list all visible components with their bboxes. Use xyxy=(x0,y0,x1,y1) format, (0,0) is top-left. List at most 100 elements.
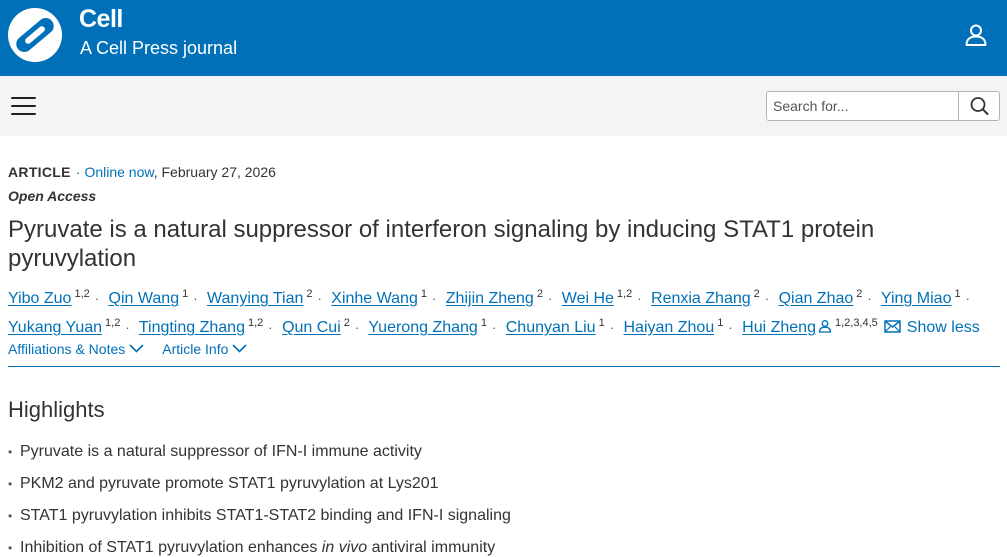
author-affiliation: 2 xyxy=(306,288,313,300)
highlights-heading: Highlights xyxy=(8,397,105,422)
article-type: ARTICLE xyxy=(8,164,71,180)
tab-article-info[interactable]: Article Info xyxy=(162,341,247,357)
bullet-icon: • xyxy=(8,541,13,555)
chevron-down-icon xyxy=(129,344,144,353)
author-item: Hui Zheng 1,2,3,4,5 xyxy=(742,317,878,336)
author-item: Yukang Yuan 1,2 xyxy=(8,317,121,336)
author-affiliation: 2 xyxy=(856,288,863,300)
author-item: Haiyan Zhou 1 xyxy=(624,317,724,336)
section-divider xyxy=(8,366,1000,367)
search-input[interactable] xyxy=(767,92,958,120)
author-affiliation: 1 xyxy=(598,317,605,329)
author-separator: · xyxy=(491,320,497,335)
author-link[interactable]: Renxia Zhang xyxy=(651,290,751,307)
author-item: Wei He 1,2 xyxy=(562,288,633,307)
author-separator: · xyxy=(609,320,615,335)
search-icon xyxy=(970,97,989,115)
author-item: Chunyan Liu 1 xyxy=(506,317,605,336)
chevron-down-icon xyxy=(232,344,247,353)
highlight-text-part: Inhibition of STAT1 pyruvylation enhance… xyxy=(20,539,322,556)
author-affiliation: 2 xyxy=(753,288,760,300)
author-separator: · xyxy=(867,291,872,306)
tab-affiliations-notes[interactable]: Affiliations & Notes xyxy=(8,341,144,357)
author-link[interactable]: Wanying Tian xyxy=(207,290,303,307)
author-link[interactable]: Haiyan Zhou xyxy=(624,319,715,336)
author-separator: · xyxy=(965,291,970,306)
author-affiliation: 2 xyxy=(536,288,543,300)
brand-name[interactable]: Cell xyxy=(79,5,123,34)
author-link[interactable]: Zhijin Zheng xyxy=(446,290,534,307)
highlight-text: Inhibition of STAT1 pyruvylation enhance… xyxy=(20,539,495,556)
bullet-icon: • xyxy=(8,477,13,491)
author-separator: · xyxy=(354,320,360,335)
open-access-label: Open Access xyxy=(8,188,97,204)
author-affiliation: 1,2 xyxy=(616,288,633,300)
author-affiliation: 1,2 xyxy=(105,317,121,329)
author-separator: · xyxy=(637,291,642,306)
search-box xyxy=(766,91,1000,121)
cell-press-logo[interactable] xyxy=(7,7,63,63)
author-separator: · xyxy=(193,291,198,306)
online-status-link[interactable]: Online now xyxy=(84,164,153,180)
article-tabs: Affiliations & Notes Article Info xyxy=(8,341,247,357)
highlight-emphasis: in vivo xyxy=(321,539,368,556)
author-link[interactable]: Yibo Zuo xyxy=(8,290,71,307)
author-item: Wanying Tian 2 xyxy=(207,288,313,307)
author-affiliation: 1 xyxy=(182,288,189,300)
author-affiliation: 1,2 xyxy=(247,317,264,329)
author-separator: · xyxy=(94,291,100,306)
hamburger-menu-icon[interactable] xyxy=(11,97,36,116)
meta-separator: · xyxy=(75,164,81,180)
user-icon[interactable] xyxy=(963,22,989,48)
bullet-icon: • xyxy=(8,445,13,459)
author-link[interactable]: Xinhe Wang xyxy=(331,290,418,307)
author-item: Qian Zhao 2 xyxy=(779,288,863,307)
author-link[interactable]: Tingting Zhang xyxy=(139,319,245,336)
search-button[interactable] xyxy=(958,92,999,120)
author-item: Tingting Zhang 1,2 xyxy=(139,317,264,336)
author-affiliation: 1,2,3,4,5 xyxy=(834,317,878,329)
author-affiliation: 1 xyxy=(717,317,724,329)
highlight-item: • Inhibition of STAT1 pyruvylation enhanc… xyxy=(8,538,511,557)
email-icon[interactable] xyxy=(884,320,901,333)
author-item: Qun Cui 2 xyxy=(282,317,350,336)
highlight-text: PKM2 and pyruvate promote STAT1 pyruvyla… xyxy=(20,475,439,492)
author-link[interactable]: Yukang Yuan xyxy=(8,319,102,336)
show-less-link[interactable]: Show less xyxy=(907,319,980,336)
author-separator: · xyxy=(125,320,130,335)
highlight-text-part: antiviral immunity xyxy=(367,539,496,556)
author-separator: · xyxy=(764,291,770,306)
author-affiliation: 2 xyxy=(343,317,350,329)
author-link[interactable]: Qin Wang xyxy=(109,290,180,307)
bullet-icon: • xyxy=(8,509,13,523)
tab-label: Affiliations & Notes xyxy=(8,341,126,357)
author-affiliation: 1,2 xyxy=(74,288,90,300)
author-item: Ying Miao 1 xyxy=(881,288,961,307)
author-item: Yibo Zuo 1,2 xyxy=(8,288,90,307)
author-link[interactable]: Qun Cui xyxy=(282,319,341,336)
author-separator: · xyxy=(268,320,273,335)
author-affiliation: 1 xyxy=(954,288,961,300)
highlight-text: Pyruvate is a natural suppressor of IFN-… xyxy=(20,443,422,460)
author-item: Xinhe Wang 1 xyxy=(331,288,427,307)
article-title: Pyruvate is a natural suppressor of inte… xyxy=(8,216,875,272)
author-link[interactable]: Chunyan Liu xyxy=(506,319,596,336)
author-link[interactable]: Qian Zhao xyxy=(779,290,854,307)
author-item: Renxia Zhang 2 xyxy=(651,288,760,307)
author-separator: · xyxy=(317,291,322,306)
brand-tagline[interactable]: A Cell Press journal xyxy=(80,38,237,59)
author-link[interactable]: Hui Zheng xyxy=(742,319,816,336)
author-affiliation: 1 xyxy=(480,317,487,329)
author-affiliation: 1 xyxy=(420,288,427,300)
author-link[interactable]: Ying Miao xyxy=(881,290,952,307)
author-separator: · xyxy=(431,291,437,306)
highlight-item: • STAT1 pyruvylation inhibits STAT1-STAT2… xyxy=(8,506,511,538)
author-item: Qin Wang 1 xyxy=(109,288,189,307)
author-item: Zhijin Zheng 2 xyxy=(446,288,543,307)
tab-label: Article Info xyxy=(162,341,229,357)
highlight-item: • PKM2 and pyruvate promote STAT1 pyruvyl… xyxy=(8,474,511,506)
author-link[interactable]: Wei He xyxy=(562,290,614,307)
author-link[interactable]: Yuerong Zhang xyxy=(368,319,477,336)
highlight-text: STAT1 pyruvylation inhibits STAT1-STAT2 … xyxy=(20,507,511,524)
author-separator: · xyxy=(547,291,553,306)
